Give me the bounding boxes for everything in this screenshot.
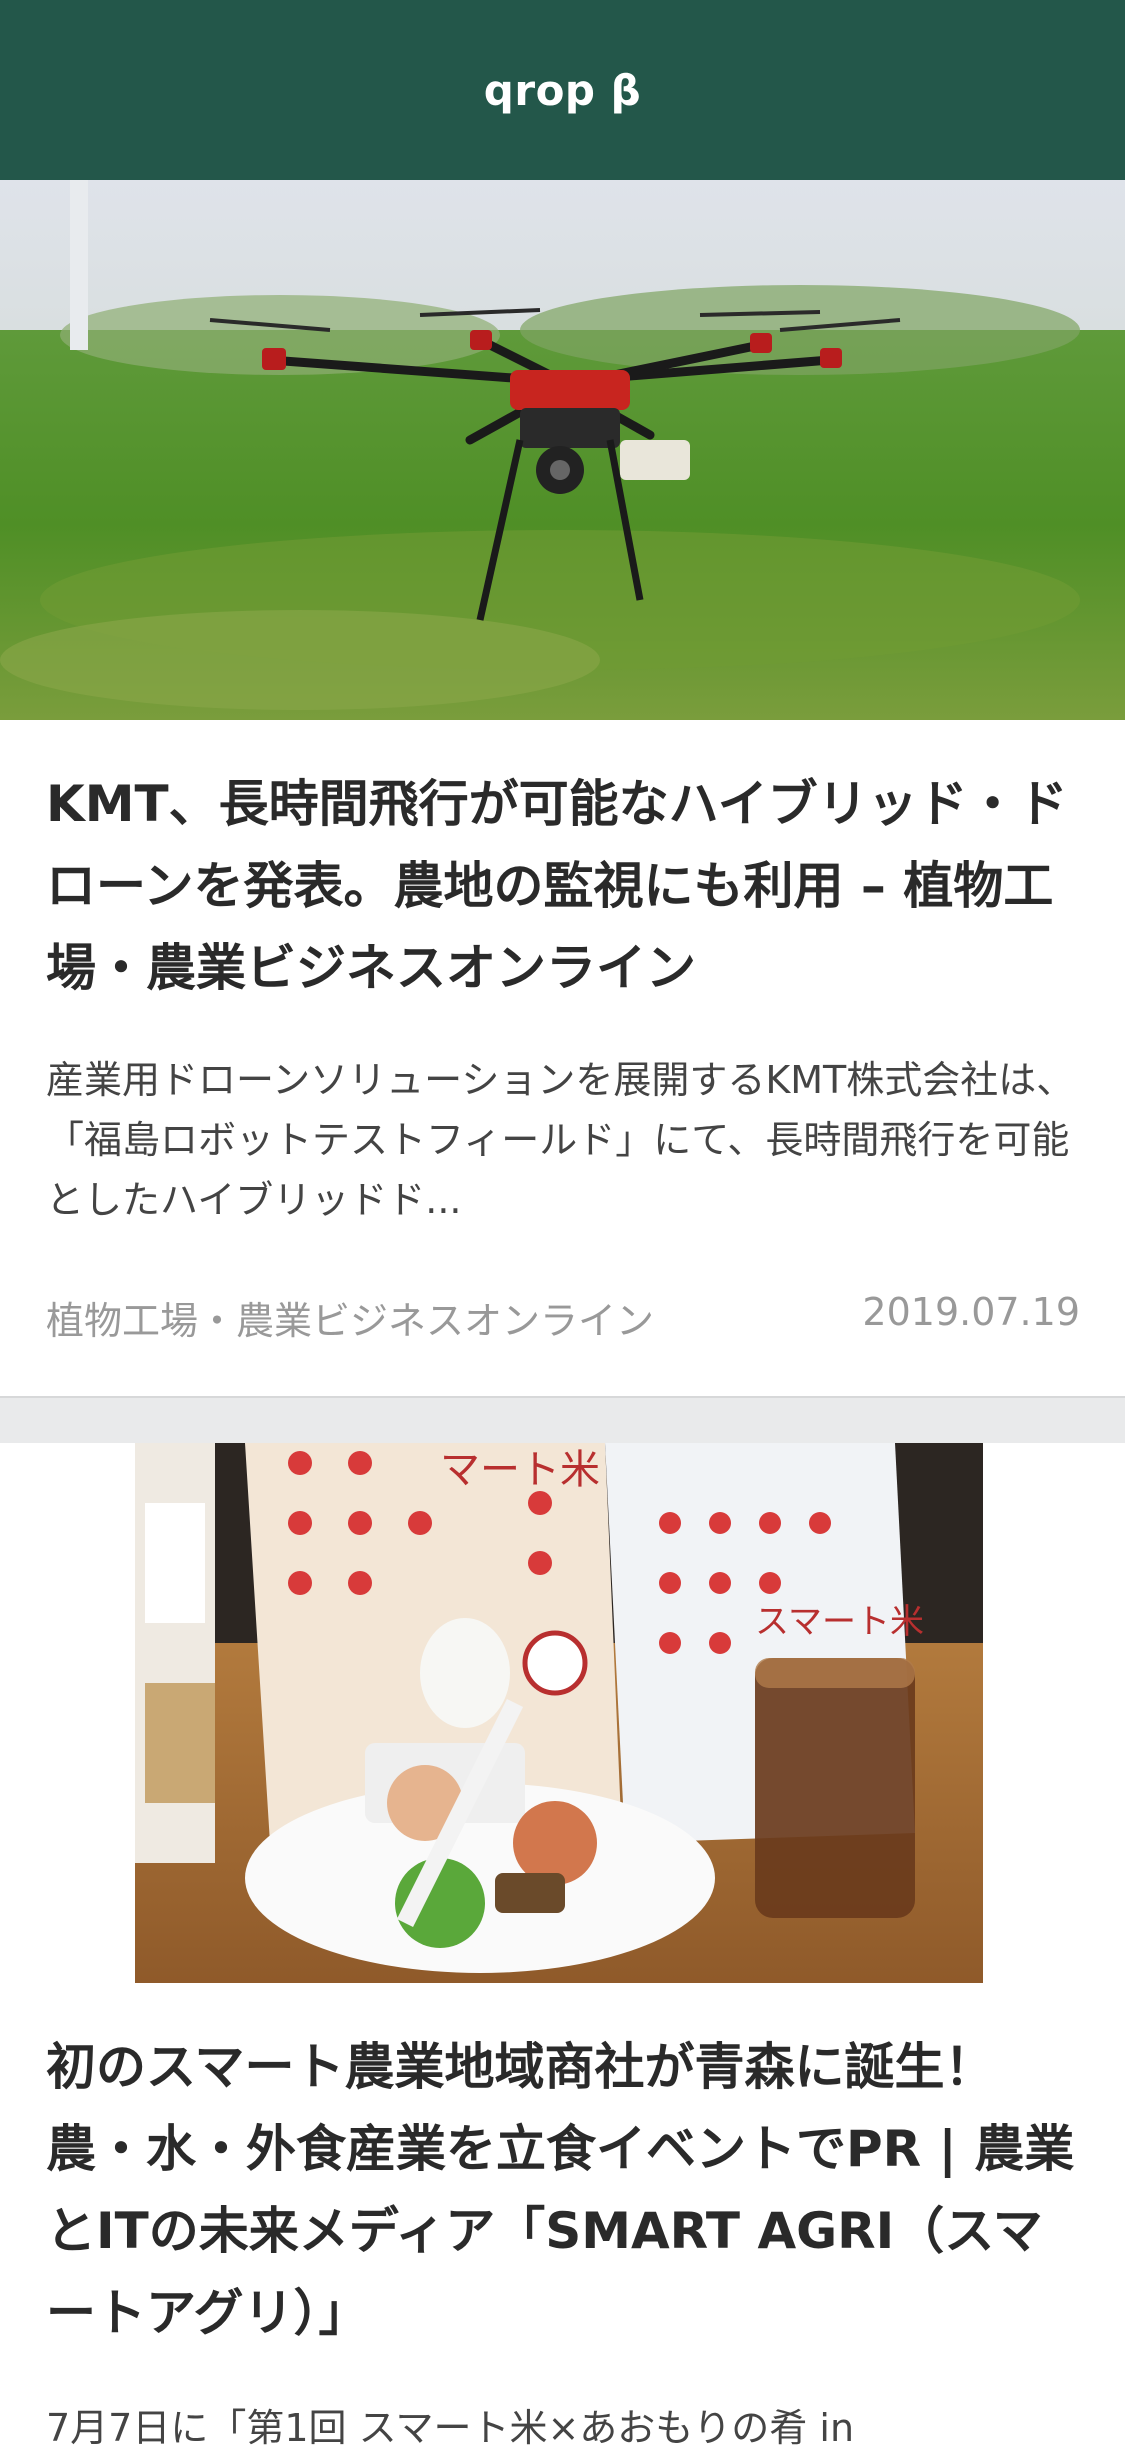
article-title[interactable]: KMT、長時間飛行が可能なハイブリッド・ドローンを発表。農地の監視にも利用 – … — [46, 763, 1086, 1009]
feed-card[interactable]: マート米 スマート米 初のスマート農業地域商社が青森に誕生！ 農・水・外食産業を… — [0, 1443, 1125, 2450]
article-source: 植物工場・農業ビジネスオンライン — [46, 1299, 655, 1343]
app-title: qrop β — [483, 65, 642, 115]
feed-card[interactable]: KMT、長時間飛行が可能なハイブリッド・ドローンを発表。農地の監視にも利用 – … — [0, 180, 1125, 1396]
feed-divider — [0, 1396, 1125, 1443]
drone-photo[interactable] — [0, 180, 1125, 720]
article-meta: 植物工場・農業ビジネスオンライン 2019.07.19 — [46, 1290, 1080, 1345]
rice-bags-photo[interactable]: マート米 スマート米 — [135, 1443, 983, 1983]
article-date: 2019.07.19 — [862, 1290, 1080, 1334]
svg-text:マート米: マート米 — [440, 1447, 600, 1493]
article-summary: 7月7日に「第1回 スマート米×あおもりの肴 in — [46, 2406, 855, 2450]
article-title[interactable]: 初のスマート農業地域商社が青森に誕生！ 農・水・外食産業を立食イベントでPR |… — [46, 2026, 1086, 2354]
article-summary: 産業用ドローンソリューションを展開するKMT株式会社は、「福島ロボットテストフィ… — [46, 1058, 1075, 1222]
svg-text:スマート米: スマート米 — [755, 1602, 924, 1642]
app-header: qrop β — [0, 0, 1125, 180]
